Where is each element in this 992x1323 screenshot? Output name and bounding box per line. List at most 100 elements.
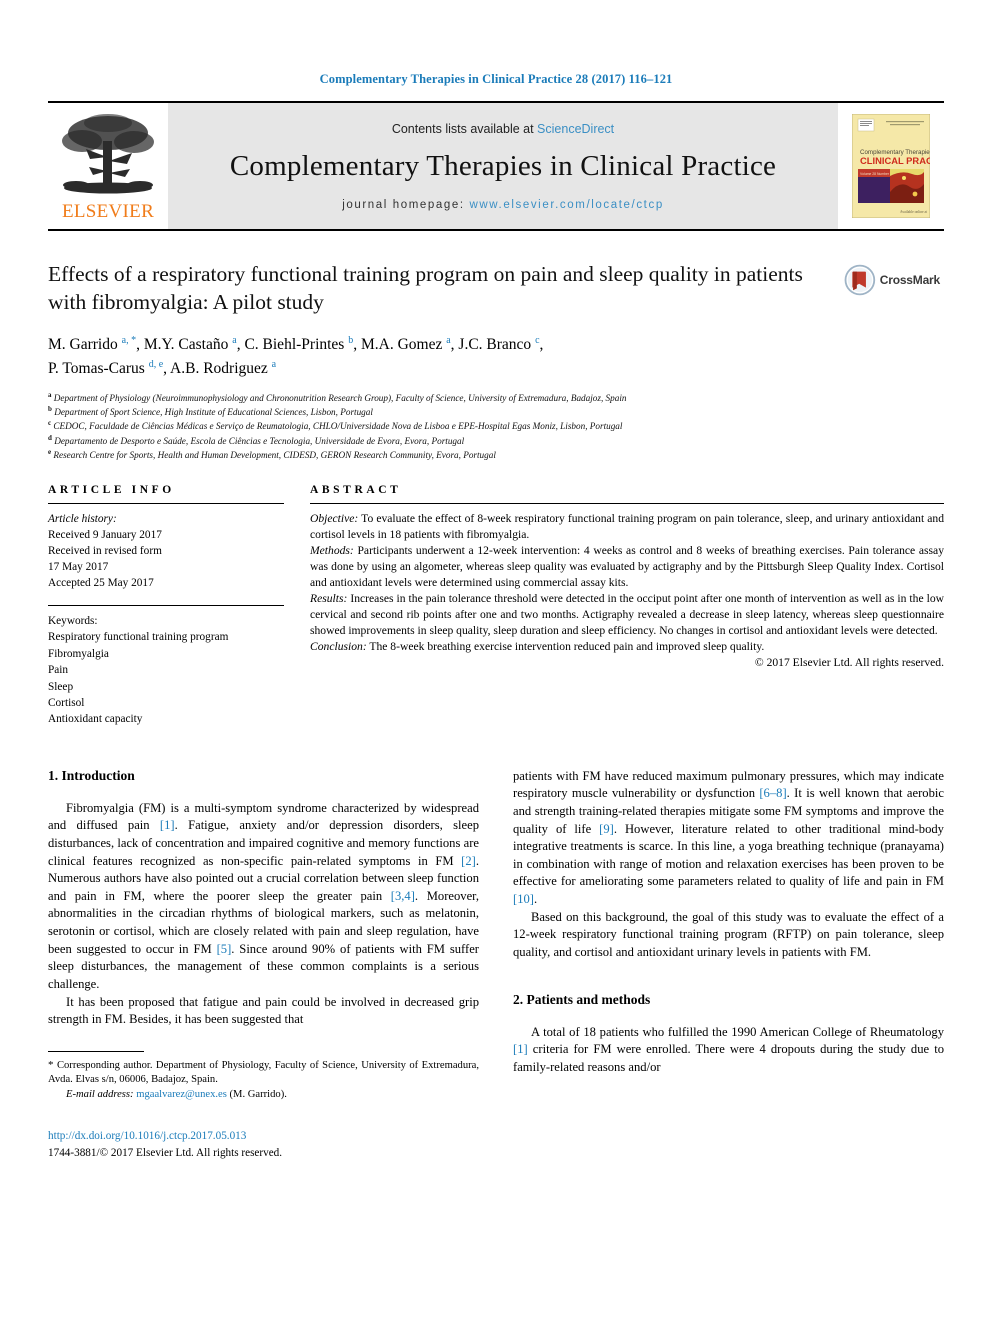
author-name: A.B. Rodriguez <box>170 360 268 378</box>
section-heading-introduction: 1. Introduction <box>48 767 135 783</box>
affiliation-text: CEDOC, Faculdade de Ciências Médicas e S… <box>53 421 623 432</box>
author-item: C. Biehl-Printes b, <box>244 334 361 354</box>
body-paragraph: It has been proposed that fatigue and pa… <box>48 994 479 1027</box>
article-title: Effects of a respiratory functional trai… <box>48 262 803 314</box>
author-name: C. Biehl-Printes <box>244 336 345 354</box>
citation-ref[interactable]: [2] <box>461 854 476 868</box>
corresponding-author-text: Corresponding author. Department of Phys… <box>48 1059 479 1086</box>
email-link[interactable]: mgaalvarez@unex.es <box>136 1089 227 1100</box>
author-item: M. Garrido a, *, <box>48 334 144 354</box>
keyword-item: Fibromyalgia <box>48 647 109 660</box>
issn-copyright-line: 1744-3881/© 2017 Elsevier Ltd. All right… <box>48 1146 283 1159</box>
abstract-section-label: Results: <box>310 591 348 605</box>
article-info-column: ARTICLE INFO Article history: Received 9… <box>48 484 284 728</box>
journal-homepage-line: journal homepage: www.elsevier.com/locat… <box>342 199 664 211</box>
author-marks: a <box>446 334 451 346</box>
affiliation-text: Departamento de Desporto e Saúde, Escola… <box>54 435 465 446</box>
history-line: 17 May 2017 <box>48 560 109 573</box>
affiliation-mark: e <box>48 447 52 456</box>
author-item: J.C. Branco c, <box>458 334 544 354</box>
keywords-block: Keywords: Respiratory functional trainin… <box>48 606 284 728</box>
email-suffix: (M. Garrido). <box>226 1088 287 1100</box>
footnote-region: * Corresponding author. Department of Ph… <box>48 1050 479 1162</box>
author-list: M. Garrido a, *, M.Y. Castaño a, C. Bieh… <box>48 333 848 381</box>
author-name: M.Y. Castaño <box>143 336 229 354</box>
affiliation-text: Research Centre for Sports, Health and H… <box>53 449 496 460</box>
title-block: Effects of a respiratory functional trai… <box>48 261 944 462</box>
abstract-section-label: Objective: <box>310 511 359 525</box>
affiliation-list: a Department of Physiology (Neuroimmunop… <box>48 391 944 462</box>
masthead-center: Contents lists available at ScienceDirec… <box>168 103 838 229</box>
journal-masthead: ELSEVIER Contents lists available at Sci… <box>48 101 944 231</box>
citation-ref[interactable]: [1] <box>160 818 175 832</box>
abstract-section-text: Increases in the pain tolerance threshol… <box>310 591 944 637</box>
sciencedirect-link[interactable]: ScienceDirect <box>537 122 614 136</box>
article-history-label: Article history: <box>48 512 117 525</box>
article-history-block: Article history: Received 9 January 2017… <box>48 504 284 591</box>
contents-available-line: Contents lists available at ScienceDirec… <box>392 122 614 136</box>
affiliation-item: e Research Centre for Sports, Health and… <box>48 448 944 462</box>
abstract-section-label: Conclusion: <box>310 639 367 653</box>
abstract-section-text: Participants underwent a 12-week interve… <box>310 543 944 589</box>
keyword-item: Sleep <box>48 680 74 693</box>
abstract-section: Objective: To evaluate the effect of 8-w… <box>310 511 944 543</box>
keywords-label: Keywords: <box>48 615 98 627</box>
citation-ref[interactable]: [10] <box>513 892 534 906</box>
body-right-column: patients with FM have reduced maximum pu… <box>513 768 944 1162</box>
article-info-heading: ARTICLE INFO <box>48 483 175 496</box>
body-paragraph: A total of 18 patients who fulfilled the… <box>513 1024 944 1074</box>
body-columns: 1. Introduction Fibromyalgia (FM) is a m… <box>48 768 944 1162</box>
footnote-rule <box>48 1050 144 1052</box>
keyword-item: Cortisol <box>48 696 85 709</box>
author-item: P. Tomas-Carus d, e, <box>48 359 171 378</box>
author-name: P. Tomas-Carus <box>48 360 145 378</box>
abstract-section-label: Methods: <box>310 543 354 557</box>
journal-title: Complementary Therapies in Clinical Prac… <box>229 149 777 182</box>
affiliation-item: c CEDOC, Faculdade de Ciências Médicas e… <box>48 419 944 433</box>
author-marks: a <box>232 334 237 346</box>
author-item: A.B. Rodriguez a <box>170 359 276 378</box>
crossmark-badge[interactable]: CrossMark <box>844 253 940 307</box>
elsevier-wordmark: ELSEVIER <box>61 201 155 222</box>
history-line: Received in revised form <box>48 544 162 557</box>
citation-ref[interactable]: [1] <box>513 1042 528 1056</box>
keyword-item: Pain <box>48 664 69 677</box>
journal-homepage-link[interactable]: www.elsevier.com/locate/ctcp <box>469 199 663 211</box>
author-name: M.A. Gomez <box>360 336 443 354</box>
author-name: M. Garrido <box>48 336 118 354</box>
homepage-prefix: journal homepage: <box>342 198 470 211</box>
citation-ref[interactable]: [3,4] <box>391 889 415 903</box>
affiliation-item: d Departamento de Desporto e Saúde, Esco… <box>48 434 944 448</box>
journal-cover-image: Complementary Therapies in CLINICAL PRAC… <box>852 114 930 218</box>
citation-ref[interactable]: [5] <box>217 942 232 956</box>
crossmark-label: CrossMark <box>879 273 940 287</box>
info-abstract-region: ARTICLE INFO Article history: Received 9… <box>48 484 944 728</box>
abstract-copyright: © 2017 Elsevier Ltd. All rights reserved… <box>754 655 944 669</box>
email-label: E-mail address: <box>66 1088 134 1100</box>
abstract-column: ABSTRACT Objective: To evaluate the effe… <box>310 484 944 728</box>
elsevier-tree-icon <box>62 114 154 194</box>
abstract-section: Conclusion: The 8-week breathing exercis… <box>310 639 944 655</box>
abstract-section: Results: Increases in the pain tolerance… <box>310 591 944 639</box>
author-name: J.C. Branco <box>458 336 532 354</box>
affiliation-mark: c <box>48 419 52 428</box>
history-line: Accepted 25 May 2017 <box>48 576 154 589</box>
author-marks: d, e <box>148 359 164 371</box>
doi-link[interactable]: http://dx.doi.org/10.1016/j.ctcp.2017.05… <box>48 1128 479 1145</box>
body-paragraph: Fibromyalgia (FM) is a multi-symptom syn… <box>48 800 480 991</box>
history-line: Received 9 January 2017 <box>48 528 162 541</box>
author-marks: a, * <box>121 334 137 346</box>
author-marks: c <box>535 334 540 346</box>
keyword-item: Respiratory functional training program <box>48 631 229 644</box>
citation-ref[interactable]: [6–8] <box>759 786 786 800</box>
affiliation-mark: a <box>48 391 52 400</box>
citation-ref[interactable]: [9] <box>599 822 614 836</box>
svg-text:Available online at: Available online at <box>900 210 927 214</box>
author-item: M.A. Gomez a, <box>360 334 459 354</box>
affiliation-text: Department of Sport Science, High Instit… <box>54 407 373 418</box>
author-marks: b <box>348 334 354 346</box>
affiliation-item: b Department of Sport Science, High Inst… <box>48 405 944 419</box>
body-paragraph: Based on this background, the goal of th… <box>513 909 944 959</box>
corresponding-author-footnote: * Corresponding author. Department of Ph… <box>48 1058 479 1088</box>
